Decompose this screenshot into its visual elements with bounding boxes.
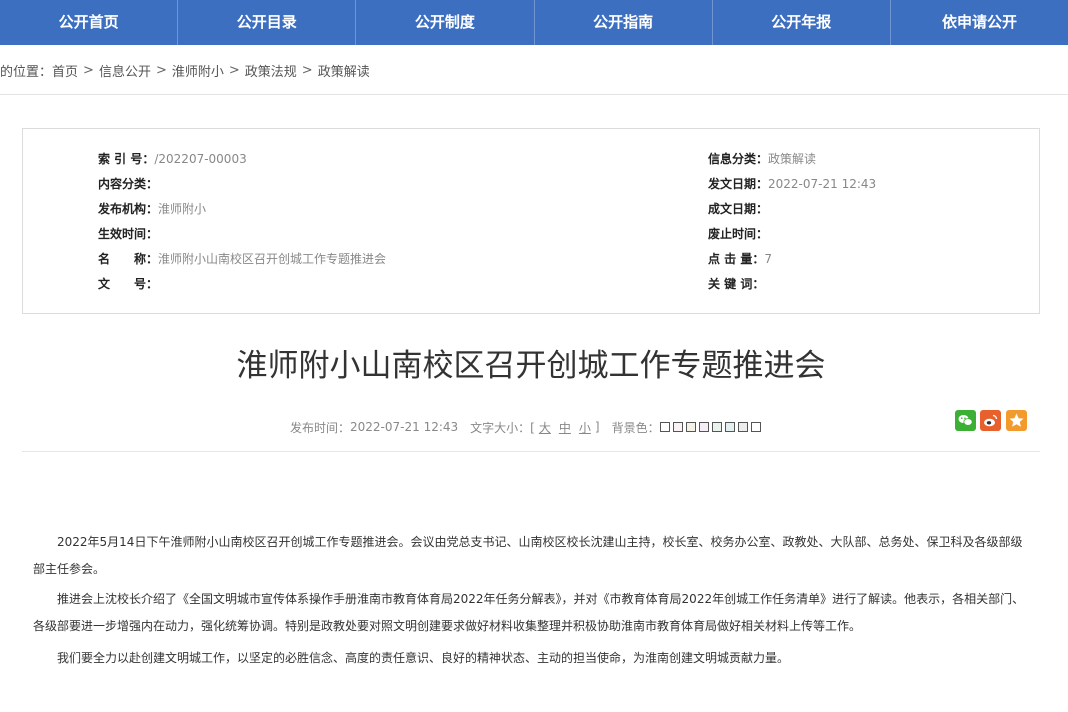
- meta-key: 成文日期：: [708, 202, 769, 216]
- article-paragraph: 2022年5月14日下午淮师附小山南校区召开创城工作专题推进会。会议由党总支书记…: [33, 535, 1023, 576]
- meta-expiry-time: 废止时间：: [708, 226, 768, 242]
- article-title: 淮师附小山南校区召开创城工作专题推进会: [236, 348, 826, 384]
- breadcrumb-school[interactable]: 淮师附小: [172, 61, 224, 80]
- bg-swatch[interactable]: [672, 422, 683, 432]
- meta-value: 政策解读: [768, 152, 817, 166]
- nav-item-annual-report[interactable]: 公开年报: [713, 0, 891, 45]
- breadcrumb-separator: >: [83, 62, 94, 78]
- font-size-label: 文字大小：[: [470, 420, 535, 435]
- meta-written-date: 成文日期：: [708, 201, 768, 217]
- meta-value: 淮师附小: [158, 202, 207, 216]
- nav-item-apply[interactable]: 依申请公开: [891, 0, 1068, 45]
- meta-key: 关 键 词：: [708, 277, 765, 291]
- meta-key: 点 击 量：: [708, 252, 765, 266]
- breadcrumb-info-public[interactable]: 信息公开: [99, 61, 151, 80]
- bg-swatch[interactable]: [737, 422, 748, 432]
- nav-item-home[interactable]: 公开首页: [0, 0, 179, 45]
- meta-effective-time: 生效时间：: [98, 226, 158, 242]
- font-size-large-link[interactable]: 大: [539, 419, 551, 436]
- breadcrumb-home[interactable]: 首页: [52, 61, 78, 80]
- meta-value: /202207-00003: [154, 152, 247, 166]
- meta-content-category: 内容分类：: [98, 176, 158, 192]
- bg-swatch[interactable]: [659, 422, 670, 432]
- bg-swatch[interactable]: [685, 422, 696, 432]
- publish-time-value: 2022-07-21 12:43: [350, 420, 459, 434]
- breadcrumb-separator: >: [228, 62, 240, 78]
- meta-index-number: 索 引 号：/202207-00003: [98, 151, 247, 167]
- article-info-bar: 发布时间： 2022-07-21 12:43 文字大小：[ 大 中 小 ] 背景…: [290, 418, 764, 436]
- meta-issue-date: 发文日期：2022-07-21 12:43: [708, 176, 876, 192]
- font-size-medium-link[interactable]: 中: [559, 419, 571, 436]
- bg-swatch[interactable]: [724, 422, 735, 432]
- meta-info-category: 信息分类：政策解读: [708, 151, 816, 167]
- meta-value: 7: [764, 252, 772, 266]
- bg-swatch[interactable]: [750, 422, 761, 432]
- breadcrumb-divider: [0, 94, 1068, 95]
- breadcrumb: 的位置： 首页 > 信息公开 > 淮师附小 > 政策法规 > 政策解读: [0, 60, 370, 80]
- top-nav: 公开首页 公开目录 公开制度 公开指南 公开年报 依申请公开: [0, 0, 1068, 45]
- meta-value: 淮师附小山南校区召开创城工作专题推进会: [158, 252, 387, 266]
- wechat-icon[interactable]: [955, 410, 976, 431]
- background-color-swatches: [659, 422, 764, 432]
- breadcrumb-separator: >: [155, 62, 167, 78]
- breadcrumb-policy-interpretation[interactable]: 政策解读: [318, 61, 370, 80]
- meta-key: 发文日期：: [708, 177, 769, 191]
- font-size-close: ]: [594, 420, 600, 434]
- article-info-divider: [22, 451, 1040, 452]
- nav-item-system[interactable]: 公开制度: [356, 0, 535, 45]
- font-size-small-link[interactable]: 小: [579, 419, 591, 436]
- meta-key: 废止时间：: [708, 227, 769, 241]
- breadcrumb-prefix: 的位置：: [0, 64, 53, 80]
- bg-swatch[interactable]: [711, 422, 722, 432]
- meta-value: 2022-07-21 12:43: [768, 177, 877, 191]
- meta-click-count: 点 击 量：7: [708, 251, 772, 267]
- metadata-panel: 索 引 号：/202207-00003 内容分类： 发布机构：淮师附小 生效时间…: [22, 128, 1040, 314]
- article-paragraph: 推进会上沈校长介绍了《全国文明城市宣传体系操作手册淮南市教育体育局2022年任务…: [33, 592, 1025, 633]
- nav-item-catalog[interactable]: 公开目录: [178, 0, 357, 45]
- meta-key: 索 引 号：: [98, 152, 155, 166]
- breadcrumb-policy[interactable]: 政策法规: [245, 61, 297, 80]
- meta-key: 文 号：: [98, 277, 159, 291]
- meta-document-number: 文 号：: [98, 276, 158, 292]
- meta-publisher: 发布机构：淮师附小: [98, 201, 206, 217]
- meta-key: 信息分类：: [708, 152, 769, 166]
- meta-name: 名 称：淮师附小山南校区召开创城工作专题推进会: [98, 251, 386, 267]
- background-color-label: 背景色：: [611, 420, 660, 435]
- publish-time-label: 发布时间：: [290, 420, 351, 435]
- meta-keywords: 关 键 词：: [708, 276, 764, 292]
- favorite-star-icon[interactable]: [1006, 410, 1027, 431]
- meta-key: 内容分类：: [98, 177, 159, 191]
- meta-key: 生效时间：: [98, 227, 159, 241]
- article-paragraph: 我们要全力以赴创建文明城工作，以坚定的必胜信念、高度的责任意识、良好的精神状态、…: [57, 651, 790, 665]
- bg-swatch[interactable]: [698, 422, 709, 432]
- meta-key: 发布机构：: [98, 202, 159, 216]
- nav-item-guide[interactable]: 公开指南: [535, 0, 713, 45]
- breadcrumb-separator: >: [301, 62, 313, 78]
- meta-key: 名 称：: [98, 252, 159, 266]
- weibo-icon[interactable]: [980, 410, 1001, 431]
